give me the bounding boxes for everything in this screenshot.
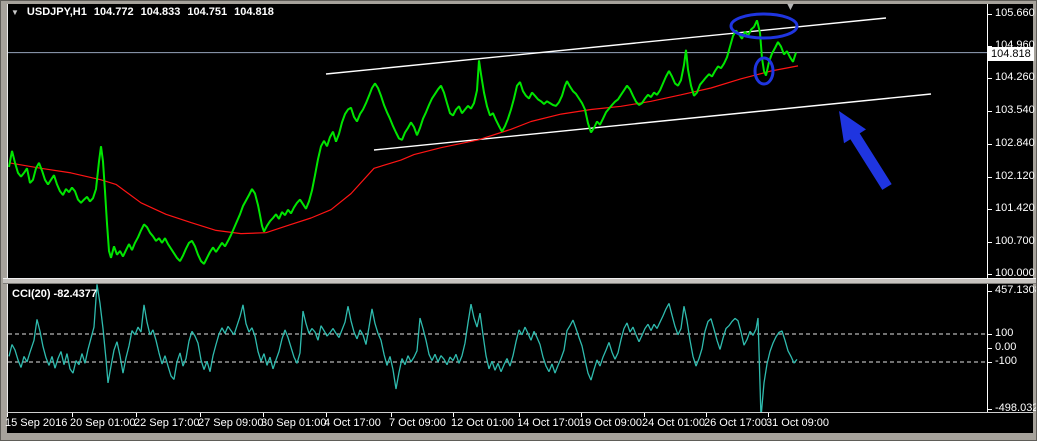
price-axis-tickmark [987, 78, 992, 79]
time-axis-tick-label: 7 Oct 09:00 [389, 417, 446, 429]
price-pane[interactable] [8, 4, 987, 278]
blue-arrow[interactable] [839, 111, 892, 190]
cci-axis-tick-label: 457.1308 [995, 284, 1037, 296]
price-axis-tickmark [987, 177, 992, 178]
symbol-period-label: USDJPY,H1 [26, 6, 87, 18]
current-price-badge: 104.818 [988, 47, 1034, 61]
upper-channel-line[interactable] [325, 17, 887, 75]
price-axis-tick-label: 100.700 [995, 235, 1035, 247]
time-axis-tick-label: 24 Oct 01:00 [642, 417, 705, 429]
price-axis-tick-label: 101.420 [995, 202, 1035, 214]
ma-line[interactable] [8, 65, 799, 235]
time-axis-tick-label: 4 Oct 17:00 [324, 417, 381, 429]
cci-axis-tickmark [987, 348, 992, 349]
time-axis-tick-label: 30 Sep 01:00 [261, 417, 327, 429]
cci-axis-tickmark [987, 362, 992, 363]
cci-series-line[interactable] [8, 284, 798, 412]
price-axis-tickmark [987, 209, 992, 210]
time-axis-tick-label: 20 Sep 01:00 [70, 417, 136, 429]
price-axis-tickmark [987, 242, 992, 243]
price-axis-tick-label: 102.120 [995, 170, 1035, 182]
quote-close: 104.818 [234, 6, 274, 18]
time-axis-tick-label: 12 Oct 01:00 [451, 417, 514, 429]
cci-indicator-label: CCI(20) -82.4377 [12, 288, 97, 300]
price-axis-tick-label: 103.540 [995, 104, 1035, 116]
price-axis-tick-label: 102.840 [995, 137, 1035, 149]
time-axis-tick-label: 19 Oct 09:00 [579, 417, 642, 429]
mt4-chart-window: ▼ USDJPY,H1 104.772 104.833 104.751 104.… [0, 0, 1037, 441]
cci-axis-tick-label: 100 [995, 327, 1014, 339]
price-axis-tickmark [987, 14, 992, 15]
time-axis-tick-label: 27 Sep 09:00 [198, 417, 264, 429]
time-axis-tick-label: 14 Oct 17:00 [517, 417, 580, 429]
time-axis-tick-label: 26 Oct 17:00 [704, 417, 767, 429]
cci-axis-tickmark [987, 291, 992, 292]
time-axis-tick-label: 22 Sep 17:00 [134, 417, 200, 429]
price-axis-tickmark [987, 111, 992, 112]
cci-axis-tickmark [987, 334, 992, 335]
price-axis-tick-label: 104.260 [995, 71, 1035, 83]
quote-low: 104.751 [187, 6, 228, 18]
price-axis-tick-label: 105.660 [995, 7, 1035, 19]
top-highlight-ellipse[interactable] [729, 12, 799, 40]
cci-axis-tickmark [987, 409, 992, 410]
chart-menu-arrow-icon[interactable]: ▼ [11, 8, 19, 17]
price-axis-tickmark [987, 274, 992, 275]
price-series-line[interactable] [8, 19, 797, 265]
chart-title-row: ▼ USDJPY,H1 104.772 104.833 104.751 104.… [11, 6, 274, 18]
pane-separator[interactable] [3, 278, 1036, 284]
quote-high: 104.833 [140, 6, 181, 18]
time-axis-tick-label: 15 Sep 2016 [5, 417, 68, 429]
price-axis-tickmark [987, 144, 992, 145]
quote-open: 104.772 [93, 6, 134, 18]
cci-pane[interactable] [8, 284, 987, 412]
cci-axis-tick-label: 0.00 [995, 341, 1017, 353]
time-axis-tick-label: 31 Oct 09:00 [766, 417, 829, 429]
cci-axis-tick-label: -100 [995, 355, 1018, 367]
chart-shift-marker-icon[interactable]: ▼ [785, 1, 796, 13]
